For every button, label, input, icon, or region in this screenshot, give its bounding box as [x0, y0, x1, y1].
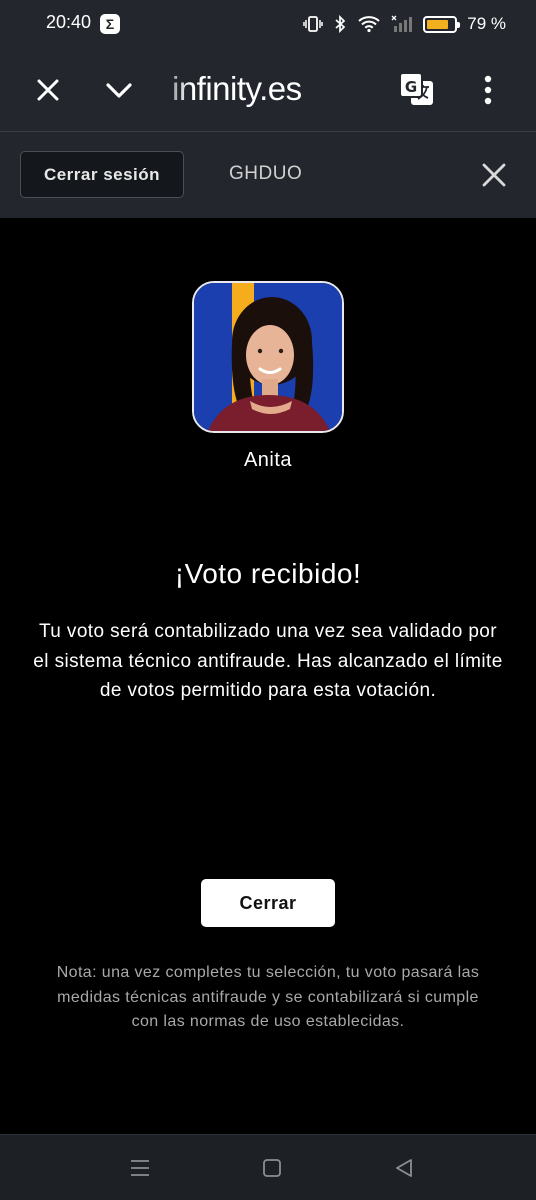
menu-icon[interactable]: [130, 1158, 150, 1178]
system-nav-bar: [0, 1134, 536, 1200]
antifraud-note: Nota: una vez completes tu selección, tu…: [56, 964, 480, 1030]
notification-app-icon: Σ: [100, 14, 120, 34]
vote-received-title: ¡Voto recibido!: [174, 558, 362, 589]
close-icon[interactable]: [32, 74, 64, 106]
vote-message: Tu voto será contabilizado una vez sea v…: [33, 621, 503, 701]
vibrate-icon: [303, 15, 323, 33]
close-button[interactable]: Cerrar: [201, 879, 335, 927]
browser-toolbar: infinity.es G: [0, 48, 536, 132]
back-icon[interactable]: [393, 1157, 415, 1179]
bluetooth-icon: [333, 15, 347, 33]
close-icon[interactable]: [480, 161, 508, 189]
logout-button[interactable]: Cerrar sesión: [20, 151, 184, 198]
signal-icon: [391, 15, 413, 33]
chevron-down-icon[interactable]: [102, 74, 136, 106]
svg-text:G: G: [405, 78, 417, 96]
battery-icon: [423, 15, 461, 33]
session-bar: Cerrar sesión GHDUO: [0, 132, 536, 218]
contestant-photo: [192, 281, 344, 433]
user-code: GHDUO: [229, 163, 303, 184]
status-icons: 79 %: [303, 12, 506, 36]
status-bar: 20:40 Σ 79 %: [0, 0, 536, 48]
wifi-icon: [357, 15, 381, 33]
contestant-name: Anita: [243, 449, 293, 471]
translate-icon[interactable]: G: [398, 70, 436, 108]
status-time: 20:40: [46, 12, 92, 32]
url-text[interactable]: infinity.es: [172, 70, 302, 108]
battery-percent: 79 %: [467, 14, 506, 33]
home-icon[interactable]: [262, 1158, 282, 1178]
more-vert-icon[interactable]: [474, 72, 502, 108]
url-fade: [150, 64, 190, 116]
